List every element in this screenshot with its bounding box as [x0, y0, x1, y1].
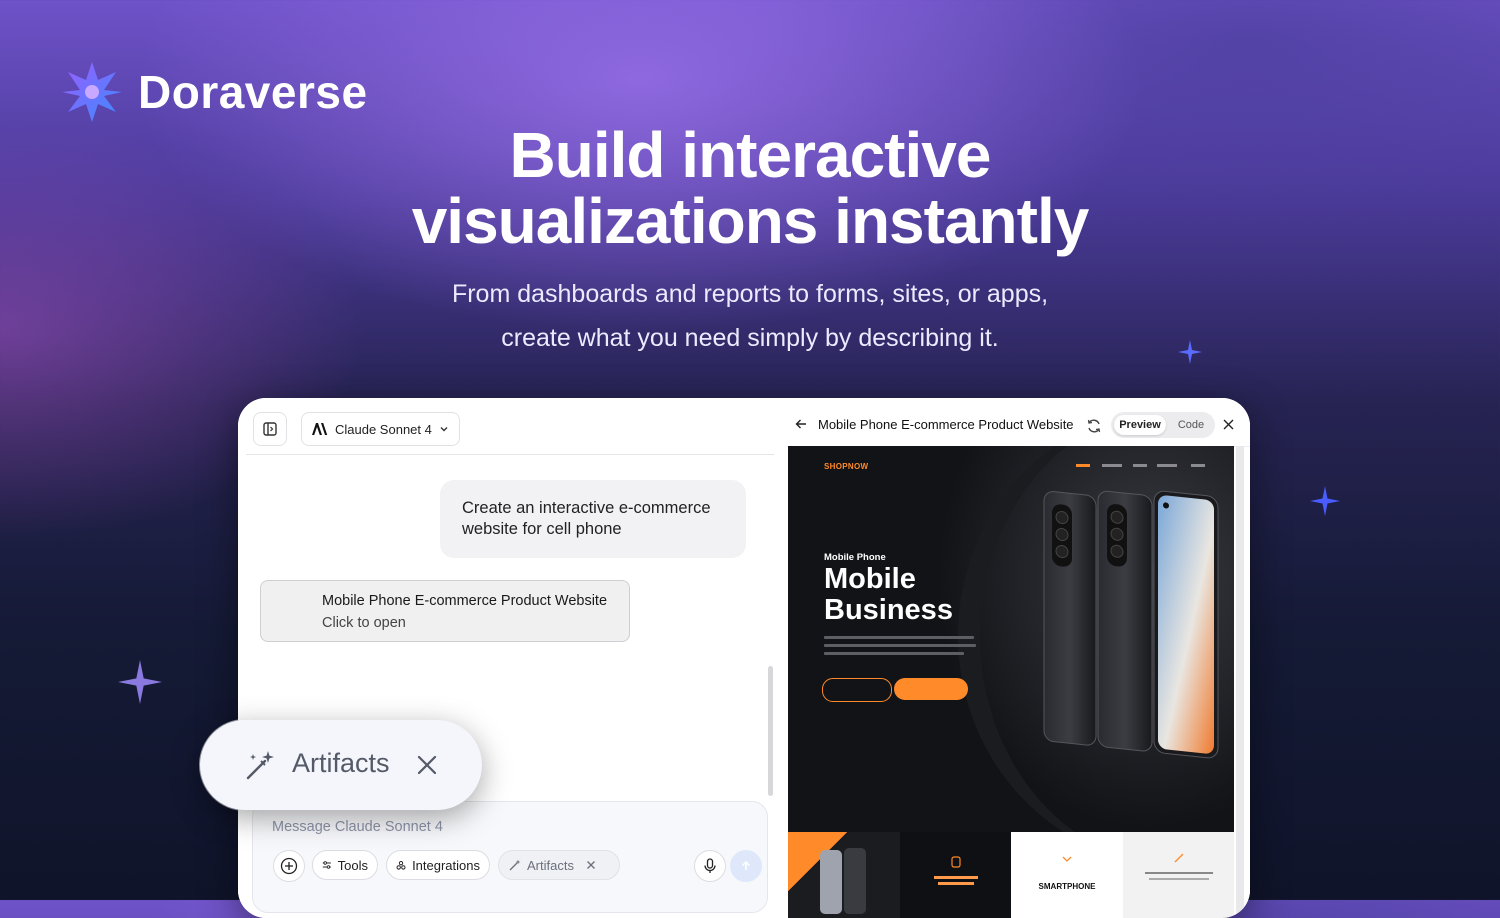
site-logo: SHOPNOW: [824, 462, 869, 471]
artifact-card-title: Mobile Phone E-commerce Product Website: [322, 593, 608, 609]
message-input-placeholder: Message Claude Sonnet 4: [272, 819, 443, 835]
hero-headline: Build interactive visualizations instant…: [0, 122, 1500, 254]
tools-button[interactable]: Tools: [312, 850, 378, 880]
user-message: Create an interactive e-commerce website…: [440, 480, 746, 558]
site-nav-item[interactable]: [1076, 464, 1090, 467]
brand: Doraverse: [60, 60, 368, 124]
site-eyebrow: Mobile Phone: [824, 552, 886, 563]
chat-toolbar: Claude Sonnet 4: [246, 398, 774, 455]
site-description-line: [824, 644, 976, 647]
add-attachment-button[interactable]: [273, 850, 305, 882]
message-input-box[interactable]: Message Claude Sonnet 4 Tools Integratio…: [252, 801, 768, 913]
product-tile[interactable]: [899, 832, 1011, 918]
tile-label: SMARTPHONE: [1038, 882, 1096, 891]
integrations-label: Integrations: [412, 857, 480, 873]
close-icon[interactable]: [416, 754, 438, 776]
site-description-line: [824, 636, 974, 639]
product-tile[interactable]: SMARTPHONE: [1011, 832, 1123, 918]
site-heading: Mobile Business: [824, 564, 953, 626]
preview-toolbar: Mobile Phone E-commerce Product Website …: [786, 398, 1250, 447]
chat-pane: Claude Sonnet 4 Create an interactive e-…: [238, 398, 776, 918]
plus-circle-icon: [280, 857, 298, 875]
tools-label: Tools: [337, 857, 368, 873]
close-icon[interactable]: [586, 860, 596, 870]
sliders-icon: [322, 861, 331, 869]
magic-wand-icon: [509, 859, 521, 870]
chevron-down-icon: [1062, 856, 1072, 862]
chevron-down-icon: [440, 427, 448, 432]
preview-pane: Mobile Phone E-commerce Product Website …: [786, 398, 1250, 918]
artifacts-toggle[interactable]: Artifacts: [498, 850, 620, 880]
site-description-line: [824, 652, 964, 655]
sidebar-toggle-icon: [263, 422, 277, 436]
smartphone-image: [1043, 490, 1219, 759]
brand-name: Doraverse: [138, 66, 368, 118]
site-nav-item[interactable]: [1191, 464, 1205, 467]
sparkle-icon: [1178, 340, 1202, 364]
subline-line-1: From dashboards and reports to forms, si…: [451, 280, 1049, 308]
close-icon[interactable]: [1223, 419, 1234, 430]
toggle-sidebar-button[interactable]: [253, 412, 287, 446]
doraverse-logo-icon: [62, 62, 122, 122]
artifacts-chip-label: Artifacts: [292, 748, 390, 778]
integrations-icon: [396, 860, 406, 870]
pencil-icon: [1174, 853, 1183, 863]
site-heading-line-2: Business: [824, 594, 953, 626]
model-selector[interactable]: Claude Sonnet 4: [301, 412, 460, 446]
site-nav-item[interactable]: [1102, 464, 1122, 467]
subline-line-2: create what you need simply by describin…: [501, 324, 999, 352]
site-product-tiles: SMARTPHONE: [788, 832, 1234, 918]
product-tile[interactable]: [788, 832, 900, 918]
site-primary-button[interactable]: [894, 678, 968, 700]
product-tile[interactable]: [1122, 832, 1234, 918]
preview-scrollbar[interactable]: [1236, 446, 1244, 918]
arrow-up-icon: [741, 860, 751, 870]
back-arrow-icon[interactable]: [795, 418, 807, 430]
hero-subline: From dashboards and reports to forms, si…: [0, 272, 1500, 360]
site-nav-item[interactable]: [1133, 464, 1147, 467]
view-mode-toggle[interactable]: Preview Code: [1111, 412, 1215, 438]
microphone-icon: [704, 858, 716, 873]
send-button[interactable]: [730, 850, 762, 882]
integrations-button[interactable]: Integrations: [386, 850, 490, 880]
sparkle-icon: [1310, 486, 1340, 516]
website-preview[interactable]: SHOPNOW Mobile Phone Mobile Business SMA…: [788, 446, 1234, 918]
tile-text-decoration: [1148, 878, 1209, 880]
tab-preview[interactable]: Preview: [1114, 415, 1166, 435]
tab-code[interactable]: Code: [1171, 415, 1211, 435]
anthropic-logo-icon: [312, 423, 328, 435]
site-nav-item[interactable]: [1157, 464, 1177, 467]
voice-input-button[interactable]: [694, 850, 726, 882]
preview-title: Mobile Phone E-commerce Product Website: [818, 417, 1074, 432]
magic-wand-icon: [246, 751, 274, 780]
device-icon: [950, 856, 961, 868]
artifacts-chip[interactable]: Artifacts: [200, 720, 482, 810]
site-heading-line-1: Mobile: [824, 563, 916, 595]
tile-text-decoration: [1144, 872, 1213, 874]
tile-text-decoration: [937, 882, 974, 885]
chat-scrollbar[interactable]: [768, 666, 773, 796]
tile-text-decoration: [933, 876, 978, 879]
artifacts-toggle-label: Artifacts: [527, 857, 574, 873]
artifact-card-subtitle: Click to open: [322, 615, 406, 631]
smartphone-thumbnail-icon: [820, 848, 866, 914]
sparkle-icon: [118, 660, 162, 704]
site-secondary-button[interactable]: [822, 678, 892, 702]
site-hero: SHOPNOW Mobile Phone Mobile Business: [788, 446, 1234, 866]
app-window: Claude Sonnet 4 Create an interactive e-…: [238, 398, 1250, 918]
model-label: Claude Sonnet 4: [335, 421, 432, 437]
artifact-card[interactable]: Mobile Phone E-commerce Product Website …: [260, 580, 630, 642]
headline-line-1: Build interactive: [509, 119, 992, 191]
headline-line-2: visualizations instantly: [411, 185, 1090, 257]
refresh-icon[interactable]: [1086, 418, 1102, 434]
